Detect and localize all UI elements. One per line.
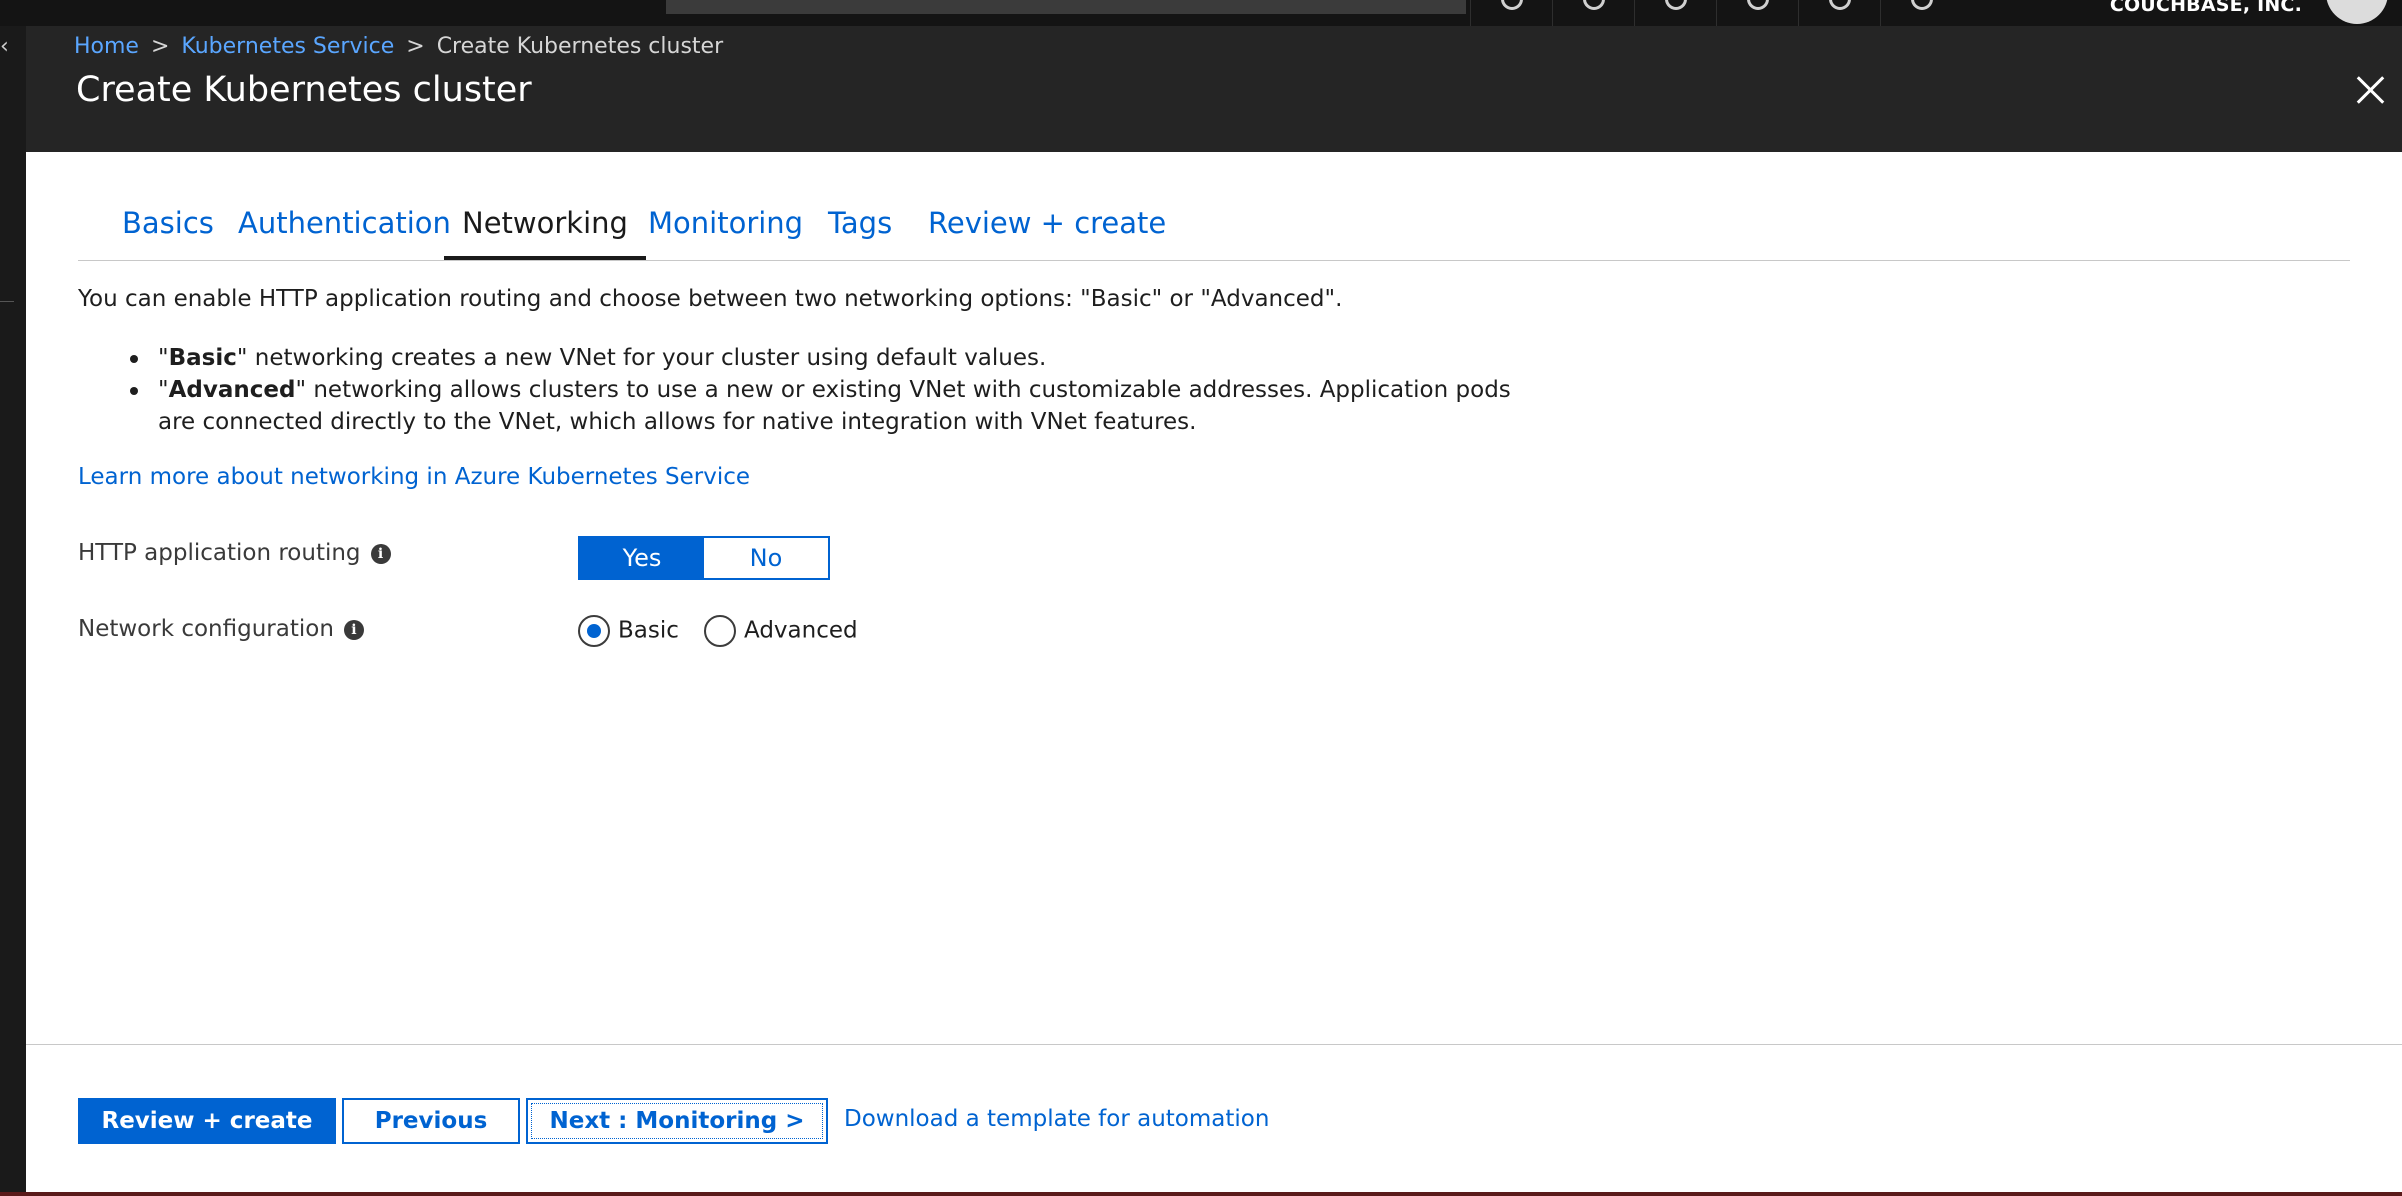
chevron-left-icon[interactable]: ‹	[0, 34, 9, 59]
collapsed-sidebar: ‹	[0, 26, 26, 1196]
tab-monitoring[interactable]: Monitoring	[648, 206, 803, 258]
breadcrumb-home-link[interactable]: Home	[74, 34, 139, 59]
radio-basic[interactable]: Basic	[578, 615, 679, 647]
download-template-link[interactable]: Download a template for automation	[844, 1106, 1269, 1132]
info-icon[interactable]: i	[370, 543, 391, 564]
next-monitoring-button[interactable]: Next : Monitoring >	[526, 1098, 828, 1144]
review-create-button[interactable]: Review + create	[78, 1098, 336, 1144]
list-item: "Basic" networking creates a new VNet fo…	[122, 342, 1522, 374]
breadcrumb-separator: >	[406, 34, 425, 59]
radio-advanced-label: Advanced	[744, 617, 858, 644]
radio-icon[interactable]	[578, 615, 610, 647]
wizard-tabs: Basics Authentication Networking Monitor…	[78, 206, 2350, 261]
global-search-input[interactable]	[666, 0, 1466, 14]
tab-tags[interactable]: Tags	[828, 206, 892, 258]
http-routing-label: HTTP application routing i	[78, 540, 391, 566]
sidebar-divider	[0, 301, 14, 302]
footer-divider	[26, 1044, 2402, 1045]
network-config-label: Network configuration i	[78, 616, 364, 642]
list-item: "Advanced" networking allows clusters to…	[122, 374, 1522, 438]
network-config-label-text: Network configuration	[78, 616, 334, 642]
blade-header: Home > Kubernetes Service > Create Kubernete…	[26, 26, 2402, 152]
radio-icon[interactable]	[704, 615, 736, 647]
avatar[interactable]	[2326, 0, 2388, 24]
bullet-text: networking allows clusters to use a new …	[158, 377, 1511, 435]
settings-icon[interactable]	[1716, 0, 1797, 26]
breadcrumb-separator: >	[150, 34, 170, 59]
tab-review-create[interactable]: Review + create	[928, 206, 1166, 258]
cloud-shell-icon[interactable]	[1470, 0, 1551, 26]
networking-intro-text: You can enable HTTP application routing …	[78, 286, 1343, 312]
bottom-strip	[0, 1192, 2402, 1196]
info-icon[interactable]: i	[343, 619, 364, 640]
http-routing-no-option[interactable]: No	[704, 538, 828, 578]
breadcrumb: Home > Kubernetes Service > Create Kubernete…	[74, 34, 723, 59]
tab-networking[interactable]: Networking	[444, 206, 646, 260]
tenant-name[interactable]: COUCHBASE, INC.	[2110, 0, 2302, 16]
portal-top-bar: COUCHBASE, INC.	[0, 0, 2402, 26]
http-routing-yes-option[interactable]: Yes	[580, 538, 704, 578]
previous-button[interactable]: Previous	[342, 1098, 520, 1144]
breadcrumb-service-link[interactable]: Kubernetes Service	[181, 34, 394, 59]
tab-authentication[interactable]: Authentication	[238, 206, 451, 258]
learn-more-link[interactable]: Learn more about networking in Azure Kub…	[78, 464, 750, 490]
blade-content: Basics Authentication Networking Monitor…	[26, 152, 2402, 1196]
tab-basics[interactable]: Basics	[122, 206, 214, 258]
bullet-bold-term: Basic	[168, 345, 237, 371]
http-routing-toggle[interactable]: Yes No	[578, 536, 830, 580]
bullet-text: networking creates a new VNet for your c…	[247, 345, 1047, 371]
radio-basic-label: Basic	[618, 617, 679, 644]
directory-filter-icon[interactable]	[1552, 0, 1633, 26]
http-routing-label-text: HTTP application routing	[78, 540, 361, 566]
help-icon[interactable]	[1798, 0, 1879, 26]
close-icon[interactable]	[2352, 72, 2388, 108]
bullet-bold-term: Advanced	[168, 377, 296, 403]
feedback-icon[interactable]	[1880, 0, 1961, 26]
notifications-icon[interactable]	[1634, 0, 1715, 26]
page-title: Create Kubernetes cluster	[76, 70, 532, 110]
radio-advanced[interactable]: Advanced	[704, 615, 858, 647]
breadcrumb-current: Create Kubernetes cluster	[436, 34, 724, 59]
networking-options-list: "Basic" networking creates a new VNet fo…	[122, 342, 1522, 438]
